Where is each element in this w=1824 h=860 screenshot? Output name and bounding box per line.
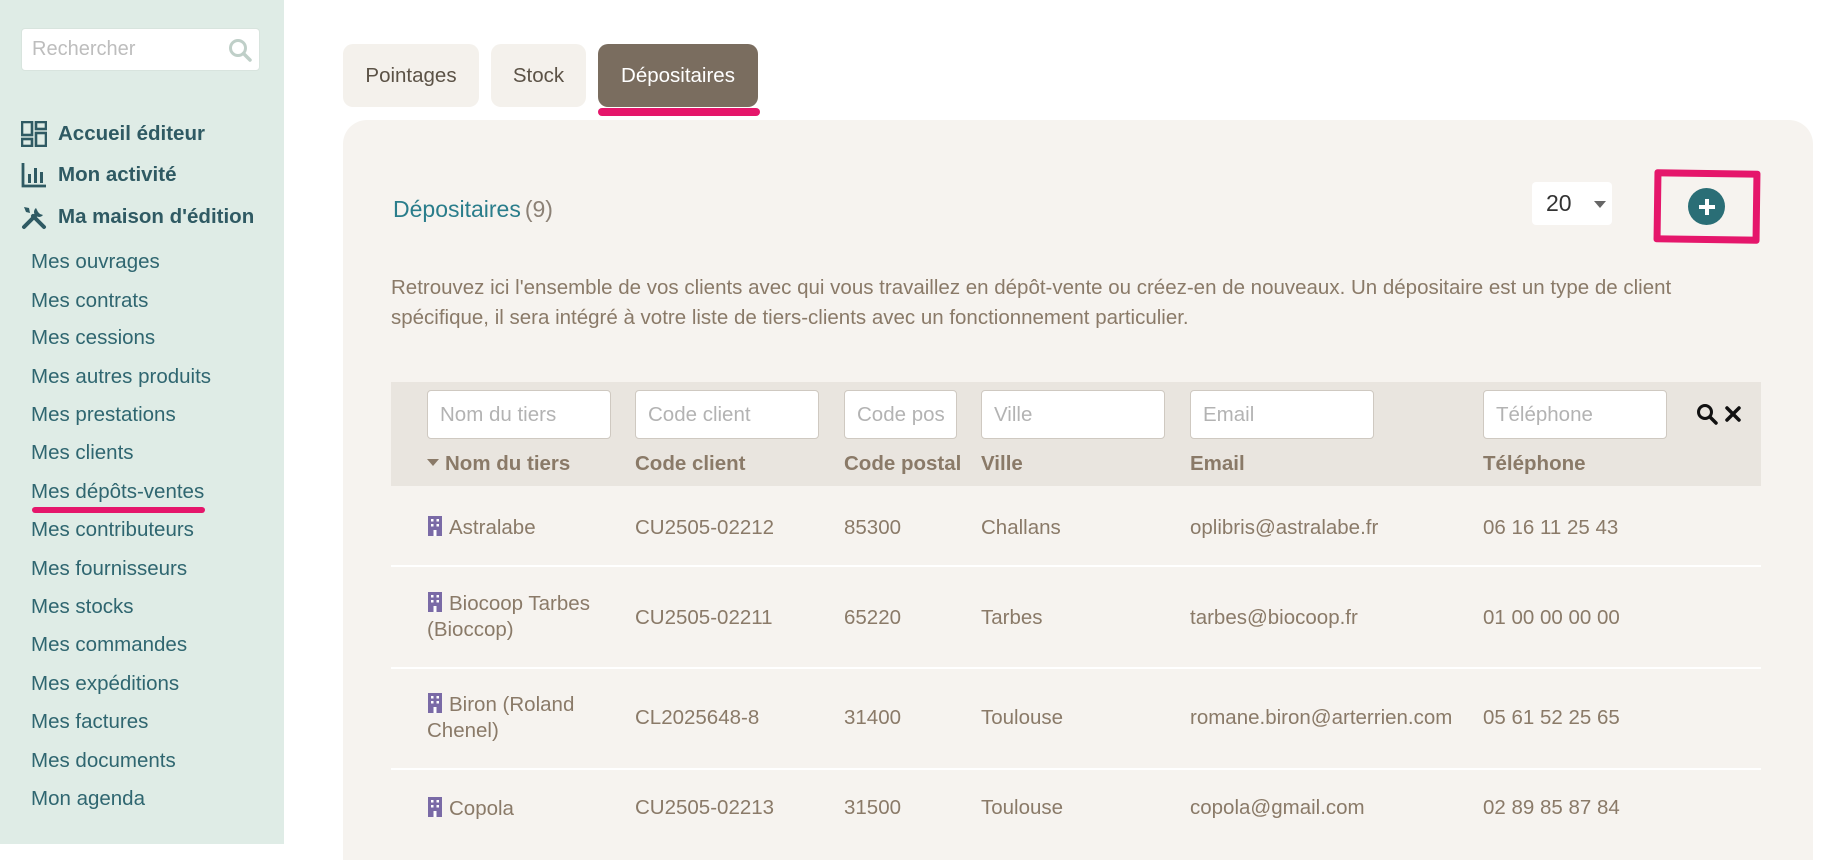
column-header-postal[interactable]: Code postal xyxy=(844,450,961,478)
column-header-code[interactable]: Code client xyxy=(635,450,746,478)
sidebar-item-mes-prestations[interactable]: Mes prestations xyxy=(31,401,176,429)
cell-name-text: Copola xyxy=(449,797,514,820)
sidebar-item-ma-maison-edition[interactable]: Ma maison d'édition xyxy=(21,202,254,232)
sidebar: Accueil éditeur Mon activité Ma maison d… xyxy=(0,0,284,844)
panel-description: Retrouvez ici l'ensemble de vos clients … xyxy=(391,276,1672,329)
per-page-select[interactable]: 20 xyxy=(1532,182,1612,225)
sidebar-item-label: Accueil éditeur xyxy=(58,122,205,145)
sidebar-item-accueil-editeur[interactable]: Accueil éditeur xyxy=(21,119,205,149)
sidebar-item-mes-stocks[interactable]: Mes stocks xyxy=(31,593,134,621)
cell-city: Toulouse xyxy=(981,706,1064,729)
tab-pointages[interactable]: Pointages xyxy=(343,44,479,107)
sort-desc-icon xyxy=(427,459,439,467)
add-depositaire-button[interactable] xyxy=(1688,188,1725,225)
sidebar-item-mes-documents[interactable]: Mes documents xyxy=(31,747,176,775)
cell-phone: 05 61 52 25 65 xyxy=(1483,706,1620,729)
per-page-value: 20 xyxy=(1546,190,1572,216)
filter-actions xyxy=(1696,403,1742,425)
cell-name-text: Biron (Roland xyxy=(449,693,575,716)
column-header-label: Nom du tiers xyxy=(445,452,571,475)
search-icon[interactable] xyxy=(227,37,253,63)
chevron-down-icon xyxy=(1594,201,1606,208)
panel-title-text: Dépositaires xyxy=(393,196,521,222)
cell-email: tarbes@biocoop.fr xyxy=(1190,606,1358,629)
building-icon xyxy=(428,797,442,817)
sidebar-item-label: Mon activité xyxy=(58,163,177,186)
filter-phone-input[interactable] xyxy=(1483,390,1667,439)
cell-name-text-2: (Bioccop) xyxy=(427,618,514,641)
cell-phone: 01 00 00 00 00 xyxy=(1483,606,1620,629)
sidebar-item-mes-cessions[interactable]: Mes cessions xyxy=(31,324,155,352)
chart-icon xyxy=(21,163,46,188)
cell-phone: 06 16 11 25 43 xyxy=(1483,516,1619,539)
cell-postal: 85300 xyxy=(844,516,902,539)
sidebar-item-mes-factures[interactable]: Mes factures xyxy=(31,708,148,736)
cell-name[interactable]: Biocoop Tarbes (Bioccop) xyxy=(427,591,617,643)
column-header-phone[interactable]: Téléphone xyxy=(1483,450,1586,478)
filter-city-input[interactable] xyxy=(981,390,1165,439)
cell-email: oplibris@astralabe.fr xyxy=(1190,516,1379,539)
plus-icon xyxy=(1698,198,1715,215)
building-icon xyxy=(428,693,442,713)
filter-code-input[interactable] xyxy=(635,390,819,439)
cell-name-text: Astralabe xyxy=(449,516,536,539)
building-icon xyxy=(428,516,442,536)
cell-code: CL2025648-8 xyxy=(635,706,760,729)
tab-depositaires[interactable]: Dépositaires xyxy=(598,44,758,107)
cell-name[interactable]: Biron (Roland Chenel) xyxy=(427,692,617,744)
column-header-email[interactable]: Email xyxy=(1190,450,1245,478)
sidebar-item-mes-commandes[interactable]: Mes commandes xyxy=(31,631,187,659)
cell-code: CU2505-02211 xyxy=(635,606,773,629)
building-icon xyxy=(428,592,442,612)
panel-count: (9) xyxy=(524,196,553,222)
filter-name-input[interactable] xyxy=(427,390,611,439)
search-input[interactable] xyxy=(22,29,222,70)
sidebar-search xyxy=(21,28,260,71)
close-icon[interactable] xyxy=(1724,405,1742,423)
cell-postal: 31500 xyxy=(844,796,902,819)
column-header-city[interactable]: Ville xyxy=(981,450,1023,478)
cell-name[interactable]: Astralabe xyxy=(427,515,536,541)
sidebar-item-mes-depots-ventes[interactable]: Mes dépôts-ventes xyxy=(31,478,206,513)
sidebar-item-mes-ouvrages[interactable]: Mes ouvrages xyxy=(31,248,160,276)
cell-email: romane.biron@arterrien.com xyxy=(1190,706,1453,729)
cell-city: Tarbes xyxy=(981,606,1043,629)
column-header-name[interactable]: Nom du tiers xyxy=(427,450,570,478)
sidebar-item-mes-contrats[interactable]: Mes contrats xyxy=(31,287,148,315)
cell-postal: 31400 xyxy=(844,706,902,729)
sidebar-item-mes-clients[interactable]: Mes clients xyxy=(31,439,134,467)
cell-code: CU2505-02213 xyxy=(635,796,775,819)
sidebar-item-mes-contributeurs[interactable]: Mes contributeurs xyxy=(31,516,194,544)
cell-name[interactable]: Copola xyxy=(427,796,514,822)
cell-email: copola@gmail.com xyxy=(1190,796,1365,819)
sidebar-item-mon-agenda[interactable]: Mon agenda xyxy=(31,785,145,813)
sidebar-item-mes-autres-produits[interactable]: Mes autres produits xyxy=(31,363,211,391)
filter-postal-input[interactable] xyxy=(844,390,957,439)
cell-name-text: Biocoop Tarbes xyxy=(449,592,590,615)
active-tab-highlight xyxy=(598,108,760,116)
cell-name-text-2: Chenel) xyxy=(427,719,499,742)
tab-stock[interactable]: Stock xyxy=(491,44,586,107)
cell-phone: 02 89 85 87 84 xyxy=(1483,796,1620,819)
search-icon[interactable] xyxy=(1696,403,1718,425)
cell-code: CU2505-02212 xyxy=(635,516,775,539)
filter-email-input[interactable] xyxy=(1190,390,1374,439)
panel-title: Dépositaires (9) xyxy=(393,196,553,223)
cell-city: Toulouse xyxy=(981,796,1064,819)
sidebar-item-mes-fournisseurs[interactable]: Mes fournisseurs xyxy=(31,555,187,583)
cell-city: Challans xyxy=(981,516,1061,539)
cell-postal: 65220 xyxy=(844,606,902,629)
sidebar-item-label: Ma maison d'édition xyxy=(58,205,255,228)
sidebar-item-mes-expeditions[interactable]: Mes expéditions xyxy=(31,670,179,698)
tools-icon xyxy=(22,207,46,229)
dashboard-icon xyxy=(21,121,47,147)
sidebar-item-mon-activite[interactable]: Mon activité xyxy=(21,160,176,190)
